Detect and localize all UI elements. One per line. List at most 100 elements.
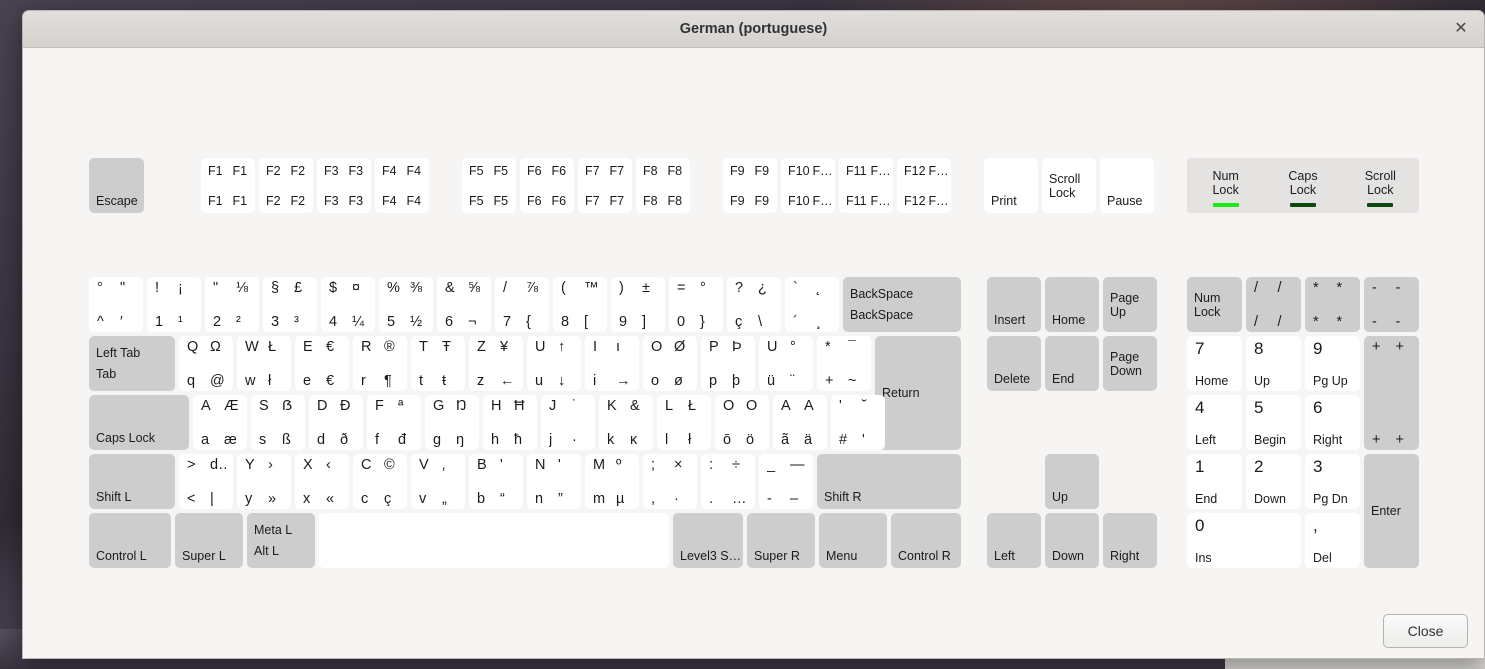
key-key-5[interactable]: % ⅜ 5 ½: [379, 277, 433, 332]
key-alt-l[interactable]: Meta L Alt L: [247, 513, 315, 568]
key-key-uuml[interactable]: Ü ° ü ¨: [759, 336, 813, 391]
key-f10[interactable]: F10 F… F10 F…: [781, 158, 835, 213]
key-escape[interactable]: Escape: [89, 158, 144, 213]
key-key-p[interactable]: PÞpþ: [701, 336, 755, 391]
key-num-lock[interactable]: Num Lock: [1187, 277, 1242, 332]
key-key-7[interactable]: / ⅞ 7 {: [495, 277, 549, 332]
key-np-add[interactable]: + + + +: [1364, 336, 1419, 450]
key-super-r[interactable]: Super R: [747, 513, 815, 568]
key-key-auml[interactable]: ÃÄãä: [773, 395, 827, 450]
key-np-enter[interactable]: Enter: [1364, 454, 1419, 568]
key-f9[interactable]: F9 F9 F9 F9: [723, 158, 777, 213]
key-f3[interactable]: F3 F3 F3 F3: [317, 158, 371, 213]
key-key-comma[interactable]: ; ×, ·: [643, 454, 697, 509]
key-scroll-lock[interactable]: Scroll Lock: [1042, 158, 1096, 213]
key-key-e[interactable]: E € e €: [295, 336, 349, 391]
key-space[interactable]: [319, 513, 669, 568]
key-key-g[interactable]: GŊgŋ: [425, 395, 479, 450]
key-np-2[interactable]: 2 Down: [1246, 454, 1301, 509]
key-key-t[interactable]: TŦt ŧ: [411, 336, 465, 391]
key-key-f[interactable]: Fª f đ: [367, 395, 421, 450]
key-key-y[interactable]: Y › y »: [237, 454, 291, 509]
key-key-hash[interactable]: ' ˘ # ': [831, 395, 885, 450]
key-arrow-down[interactable]: Down: [1045, 513, 1099, 568]
key-end[interactable]: End: [1045, 336, 1099, 391]
key-print[interactable]: Print: [984, 158, 1038, 213]
key-key-9[interactable]: ) ±9]: [611, 277, 665, 332]
key-key-3[interactable]: § £3 ³: [263, 277, 317, 332]
key-key-h[interactable]: HĦhħ: [483, 395, 537, 450]
key-key-d[interactable]: DĐdð: [309, 395, 363, 450]
key-key-n[interactable]: N ' n ”: [527, 454, 581, 509]
key-key-plus[interactable]: * ¯ + ~: [817, 336, 871, 391]
key-shift-l[interactable]: Shift L: [89, 454, 175, 509]
key-arrow-up[interactable]: Up: [1045, 454, 1099, 509]
key-key-u[interactable]: U ↑ u ↓: [527, 336, 581, 391]
key-equal[interactable]: ` ˛ ´ ¸: [785, 277, 839, 332]
key-f12[interactable]: F12 F… F12 F…: [897, 158, 951, 213]
key-key-6[interactable]: & ⅝ 6 ¬: [437, 277, 491, 332]
key-np-7[interactable]: 7 Home: [1187, 336, 1242, 391]
close-icon[interactable]: ✕: [1450, 18, 1472, 40]
key-np-9[interactable]: 9 Pg Up: [1305, 336, 1360, 391]
key-key-less[interactable]: > d… < |: [179, 454, 233, 509]
key-f1[interactable]: F1 F1 F1 F1: [201, 158, 255, 213]
key-np-multiply[interactable]: * * * *: [1305, 277, 1360, 332]
key-key-0[interactable]: = ° 0}: [669, 277, 723, 332]
key-key-2[interactable]: " ⅛ 2 ²: [205, 277, 259, 332]
key-key-r[interactable]: R ® r ¶: [353, 336, 407, 391]
key-menu[interactable]: Menu: [819, 513, 887, 568]
key-f11[interactable]: F11 F… F11 F…: [839, 158, 893, 213]
key-f5[interactable]: F5 F5 F5 F5: [462, 158, 516, 213]
key-arrow-left[interactable]: Left: [987, 513, 1041, 568]
key-key-k[interactable]: K & k ĸ: [599, 395, 653, 450]
key-caps-lock[interactable]: Caps Lock: [89, 395, 189, 450]
key-np-subtract[interactable]: - - - -: [1364, 277, 1419, 332]
key-key-l[interactable]: LŁl ł: [657, 395, 711, 450]
key-key-v[interactable]: V ‚ v „: [411, 454, 465, 509]
key-backspace[interactable]: BackSpace BackSpace: [843, 277, 961, 332]
key-np-3[interactable]: 3 Pg Dn: [1305, 454, 1360, 509]
key-arrow-right[interactable]: Right: [1103, 513, 1157, 568]
key-key-j[interactable]: J ˙ j ·: [541, 395, 595, 450]
key-key-4[interactable]: $ ¤ 4 ¼: [321, 277, 375, 332]
key-page-up[interactable]: Page Up: [1103, 277, 1157, 332]
key-insert[interactable]: Insert: [987, 277, 1041, 332]
key-tab[interactable]: Left Tab Tab: [89, 336, 175, 391]
key-f8[interactable]: F8 F8 F8 F8: [636, 158, 690, 213]
key-key-w[interactable]: WŁwł: [237, 336, 291, 391]
key-np-decimal[interactable]: , Del: [1305, 513, 1360, 568]
key-np-8[interactable]: 8 Up: [1246, 336, 1301, 391]
key-key-m[interactable]: Mº mµ: [585, 454, 639, 509]
key-key-c[interactable]: C © c ç: [353, 454, 407, 509]
key-key-b[interactable]: B ' b “: [469, 454, 523, 509]
key-delete[interactable]: Delete: [987, 336, 1041, 391]
key-key-period[interactable]: : ÷.…: [701, 454, 755, 509]
key-key-a[interactable]: AÆaæ: [193, 395, 247, 450]
key-key-i[interactable]: Iı i →: [585, 336, 639, 391]
key-pause[interactable]: Pause: [1100, 158, 1154, 213]
key-key-1[interactable]: ! ¡ 1 ¹: [147, 277, 201, 332]
key-f2[interactable]: F2 F2 F2 F2: [259, 158, 313, 213]
key-home[interactable]: Home: [1045, 277, 1099, 332]
key-np-4[interactable]: 4 Left: [1187, 395, 1242, 450]
key-level3[interactable]: Level3 S…: [673, 513, 743, 568]
key-key-q[interactable]: Q Ωq @: [179, 336, 233, 391]
key-page-down[interactable]: Page Down: [1103, 336, 1157, 391]
key-control-r[interactable]: Control R: [891, 513, 961, 568]
key-key-z[interactable]: Z ¥ z ←: [469, 336, 523, 391]
key-return[interactable]: Return: [875, 336, 961, 450]
key-np-divide[interactable]: / / / /: [1246, 277, 1301, 332]
key-f4[interactable]: F4 F4 F4 F4: [375, 158, 429, 213]
key-control-l[interactable]: Control L: [89, 513, 171, 568]
key-np-1[interactable]: 1 End: [1187, 454, 1242, 509]
key-f7[interactable]: F7 F7 F7 F7: [578, 158, 632, 213]
key-f6[interactable]: F6 F6 F6 F6: [520, 158, 574, 213]
key-np-0[interactable]: 0 Ins: [1187, 513, 1301, 568]
key-key-x[interactable]: X ‹ x «: [295, 454, 349, 509]
key-key-dash[interactable]: _ — - –: [759, 454, 813, 509]
key-minus[interactable]: ? ¿ ç \: [727, 277, 781, 332]
close-button[interactable]: Close: [1383, 614, 1468, 648]
key-shift-r[interactable]: Shift R: [817, 454, 961, 509]
key-np-5[interactable]: 5 Begin: [1246, 395, 1301, 450]
